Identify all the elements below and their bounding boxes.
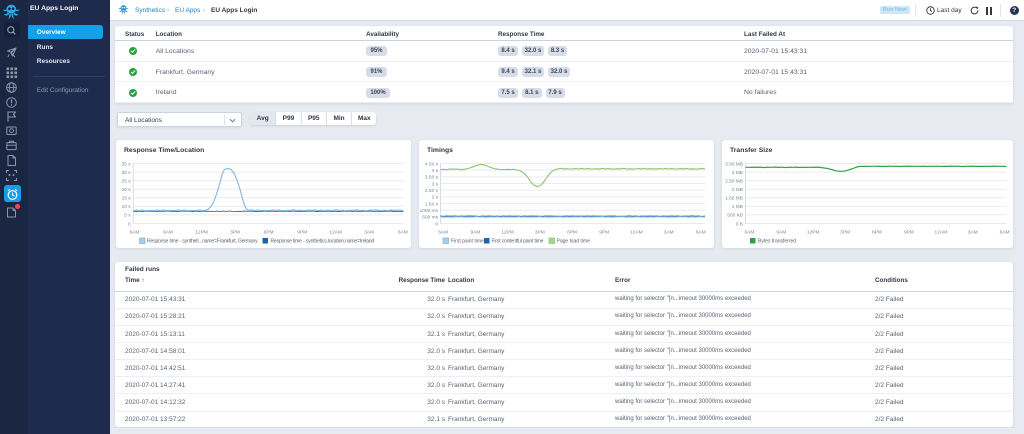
svg-text:3AM: 3AM [967,229,977,235]
svg-text:12AM: 12AM [630,229,643,235]
svg-text:3 MB: 3 MB [731,170,742,176]
svg-text:20 s: 20 s [121,187,131,193]
svg-text:35 s: 35 s [121,161,131,167]
svg-text:4 s: 4 s [431,168,438,174]
svg-text:6AM: 6AM [129,229,139,235]
svg-text:Page load time: Page load time [556,239,590,245]
svg-text:3AM: 3AM [663,229,673,235]
svg-text:3.50 MB: 3.50 MB [725,161,743,167]
svg-text:Bytes transferred: Bytes transferred [758,239,796,245]
svg-text:12AM: 12AM [329,229,342,235]
svg-text:9PM: 9PM [903,229,913,235]
svg-text:9AM: 9AM [470,229,480,235]
svg-text:3AM: 3AM [364,229,374,235]
svg-text:3PM: 3PM [840,229,850,235]
svg-text:0: 0 [435,221,438,227]
svg-text:6AM: 6AM [744,229,754,235]
svg-text:First contentful paint time: First contentful paint time [491,239,543,245]
svg-text:9AM: 9AM [776,229,786,235]
svg-text:6AM: 6AM [999,229,1009,235]
svg-text:6AM: 6AM [695,229,705,235]
svg-text:12PM: 12PM [195,229,208,235]
svg-text:4.50 s: 4.50 s [424,161,438,167]
svg-text:2.50 MB: 2.50 MB [725,178,743,184]
svg-text:3PM: 3PM [230,229,240,235]
svg-text:6AM: 6AM [438,229,448,235]
svg-text:6PM: 6PM [263,229,273,235]
svg-text:25 s: 25 s [121,178,131,184]
svg-text:500 KB: 500 KB [727,213,743,219]
svg-text:Response time - synthetics.loc: Response time - synthetics.location.name… [270,239,374,245]
svg-text:1 MB: 1 MB [731,204,742,210]
svg-text:12AM: 12AM [934,229,947,235]
svg-text:6PM: 6PM [872,229,882,235]
svg-text:30 s: 30 s [121,170,131,176]
svg-text:6AM: 6AM [397,229,407,235]
svg-text:5 s: 5 s [124,213,131,219]
svg-text:10 s: 10 s [121,204,131,210]
svg-text:9PM: 9PM [599,229,609,235]
svg-text:12PM: 12PM [806,229,819,235]
svg-text:First paint time: First paint time [451,239,484,245]
svg-text:1.50 s: 1.50 s [424,201,438,207]
svg-text:1000 ms: 1000 ms [419,208,438,214]
svg-text:500 ms: 500 ms [422,215,438,221]
svg-text:12PM: 12PM [501,229,514,235]
svg-text:3PM: 3PM [534,229,544,235]
svg-text:0: 0 [128,221,131,227]
svg-text:2 s: 2 s [431,195,438,201]
svg-text:2.50 s: 2.50 s [424,188,438,194]
svg-text:6PM: 6PM [567,229,577,235]
svg-text:9AM: 9AM [162,229,172,235]
svg-text:0 B: 0 B [735,221,742,227]
svg-text:3 s: 3 s [431,181,438,187]
svg-text:15 s: 15 s [121,196,131,202]
svg-text:9PM: 9PM [297,229,307,235]
svg-text:2 MB: 2 MB [731,187,742,193]
svg-text:1.50 MB: 1.50 MB [725,196,743,202]
svg-text:Response time - syntheti...nam: Response time - syntheti...name=Frankfur… [147,239,258,245]
svg-text:3.50 s: 3.50 s [424,175,438,181]
